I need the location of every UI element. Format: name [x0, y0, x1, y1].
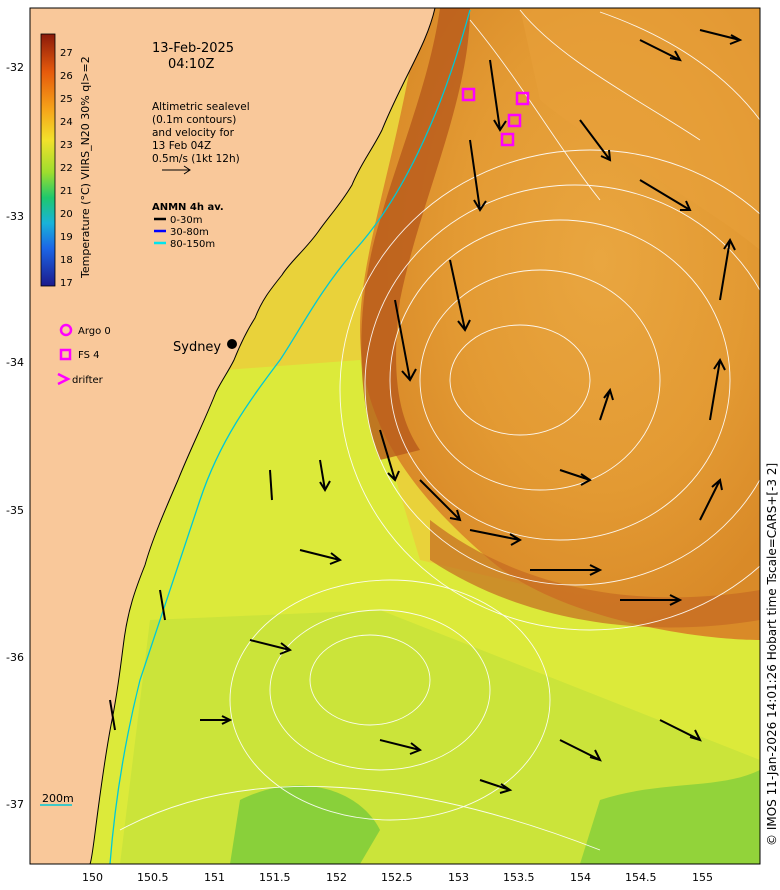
- y-tick: -35: [6, 504, 24, 517]
- anmn-item-label: 0-30m: [170, 215, 202, 226]
- cbar-tick: 21: [60, 186, 73, 197]
- x-tick: 155: [692, 871, 713, 884]
- y-tick: -33: [6, 210, 24, 223]
- x-tick: 154: [570, 871, 591, 884]
- note-line: (0.1m contours): [152, 114, 236, 126]
- cbar-tick: 17: [60, 278, 73, 289]
- depth-label: 200m: [42, 792, 74, 805]
- credit-text: © IMOS 11-Jan-2026 14:01:26 Hobart time …: [765, 463, 779, 846]
- sst-map: Sydney 200m 27 26 25 24 23 22 21 20 19 1…: [6, 7, 779, 884]
- x-tick: 152: [326, 871, 347, 884]
- x-axis-ticks: 150 150.5 151 151.5 152 152.5 153 153.5 …: [82, 871, 713, 884]
- y-axis-ticks: -32 -33 -34 -35 -36 -37: [6, 61, 24, 811]
- x-tick: 154.5: [625, 871, 657, 884]
- y-tick: -37: [6, 798, 24, 811]
- cbar-tick: 20: [60, 209, 73, 220]
- drifter-legend-label: drifter: [72, 375, 104, 386]
- y-tick: -32: [6, 61, 24, 74]
- cbar-tick: 23: [60, 140, 73, 151]
- map-frame: Sydney 200m: [30, 8, 760, 864]
- cbar-tick: 18: [60, 255, 73, 266]
- x-tick: 151.5: [259, 871, 291, 884]
- sydney-label: Sydney: [173, 340, 221, 355]
- note-line: and velocity for: [152, 127, 235, 139]
- cbar-tick: 25: [60, 94, 73, 105]
- anmn-title: ANMN 4h av.: [152, 202, 224, 213]
- colorbar-label: Temperature (°C) VIIRS_N20 30% ql>=2: [79, 56, 92, 279]
- x-tick: 151: [204, 871, 225, 884]
- argo-legend-label: Argo 0: [78, 326, 111, 337]
- y-tick: -34: [6, 356, 24, 369]
- x-tick: 152.5: [381, 871, 413, 884]
- anmn-item-label: 30-80m: [170, 227, 209, 238]
- sydney-marker[interactable]: [227, 339, 237, 349]
- x-tick: 150: [82, 871, 103, 884]
- cbar-tick: 26: [60, 71, 73, 82]
- cbar-tick: 19: [60, 232, 73, 243]
- map-date: 13-Feb-2025: [152, 41, 234, 56]
- note-line: 13 Feb 04Z: [152, 140, 211, 152]
- y-tick: -36: [6, 651, 24, 664]
- cbar-tick: 27: [60, 48, 73, 59]
- cbar-tick: 24: [60, 117, 73, 128]
- colorbar: [40, 33, 56, 287]
- x-tick: 153: [448, 871, 469, 884]
- cbar-tick: 22: [60, 163, 73, 174]
- anmn-item-label: 80-150m: [170, 239, 215, 250]
- note-line: Altimetric sealevel: [152, 101, 250, 113]
- x-tick: 153.5: [503, 871, 535, 884]
- x-tick: 150.5: [137, 871, 169, 884]
- note-line: 0.5m/s (1kt 12h): [152, 153, 240, 165]
- fs-legend-label: FS 4: [78, 350, 99, 361]
- map-time: 04:10Z: [168, 57, 214, 72]
